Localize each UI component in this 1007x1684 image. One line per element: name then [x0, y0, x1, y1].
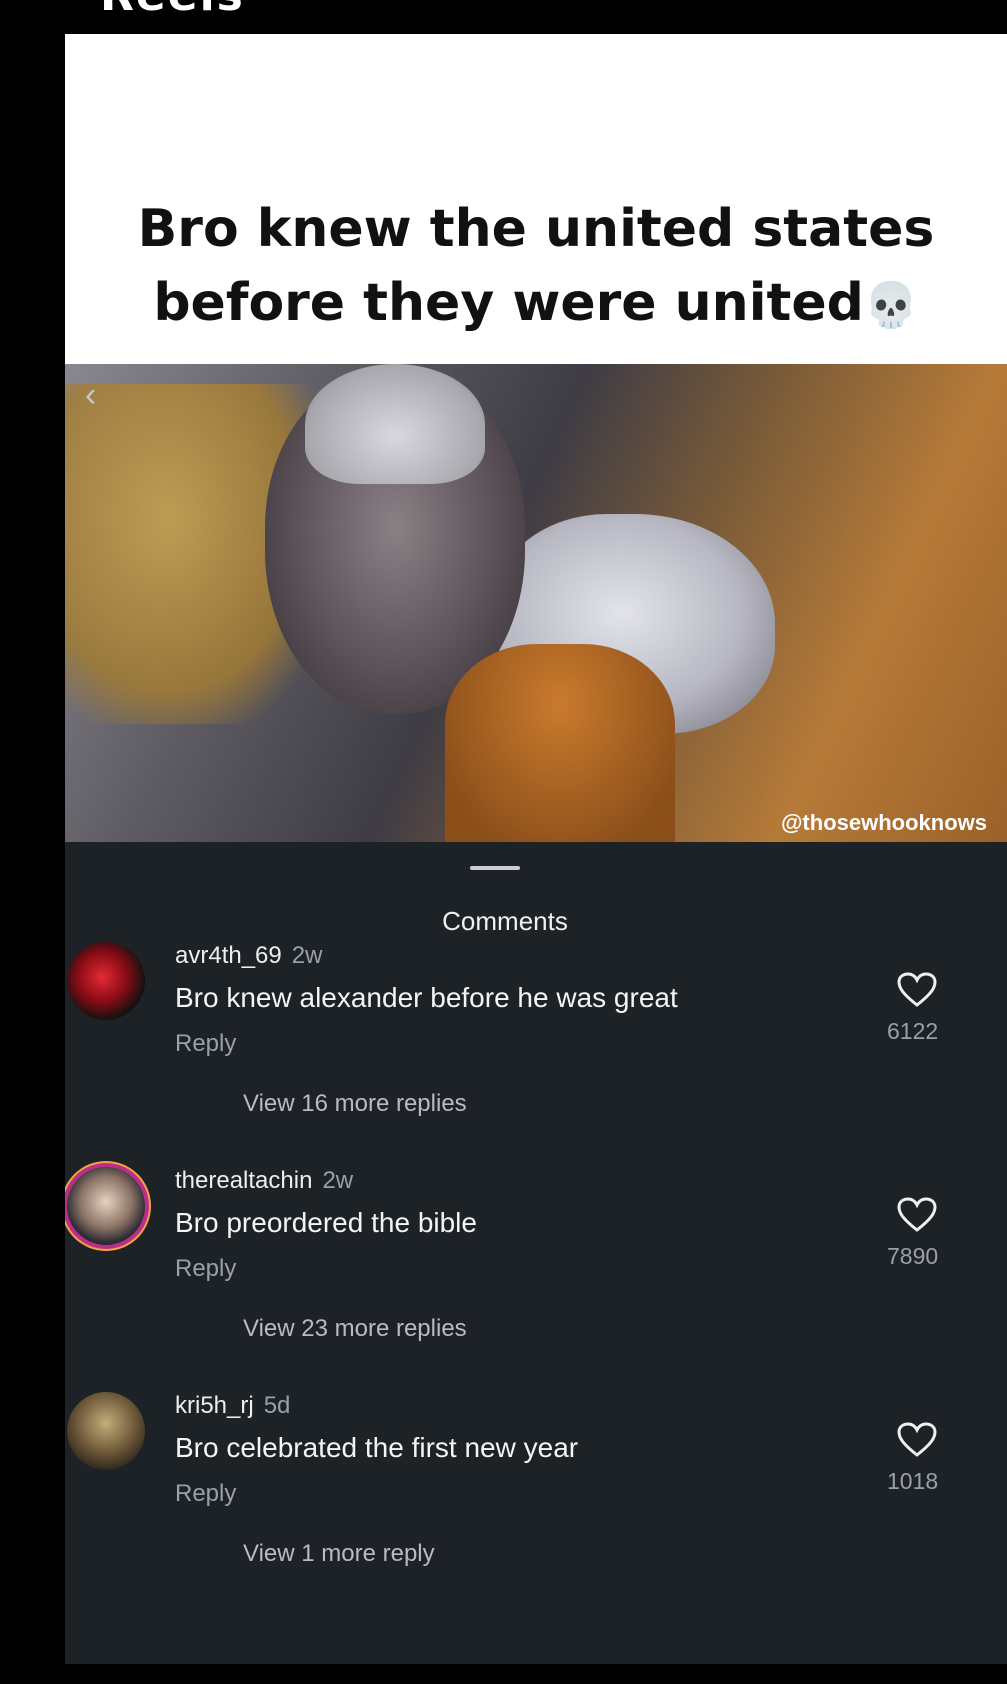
- view-more-replies-link[interactable]: View 1 more reply: [243, 1540, 435, 1568]
- view-more-replies-link[interactable]: View 16 more replies: [243, 1090, 467, 1118]
- like-count: 1018: [887, 1468, 939, 1494]
- page-title: Reels: [100, 0, 245, 21]
- avatar[interactable]: [67, 1167, 145, 1245]
- drag-handle[interactable]: [470, 866, 520, 870]
- comment-username[interactable]: avr4th_69 2w: [175, 942, 322, 970]
- video-robe: [445, 644, 675, 842]
- avatar[interactable]: [67, 942, 145, 1020]
- heart-icon[interactable]: [897, 1422, 937, 1458]
- heart-icon[interactable]: [897, 1197, 937, 1233]
- comment-time: 5d: [263, 1392, 291, 1419]
- comment-item: avr4th_69 2w Bro knew alexander before he…: [65, 942, 1007, 1182]
- skull-emoji: 💀: [863, 280, 919, 331]
- comments-title: Comments: [442, 906, 568, 936]
- comment-text: Bro preordered the bible: [175, 1207, 477, 1238]
- reel-post: Bro knew the united states before they w…: [65, 34, 1007, 1664]
- like-count: 6122: [887, 1018, 939, 1044]
- comment-username[interactable]: therealtachin 2w: [175, 1167, 353, 1195]
- post-caption: Bro knew the united states before they w…: [65, 192, 1007, 343]
- reply-button[interactable]: Reply: [175, 1480, 236, 1508]
- comment-time: 2w: [291, 942, 323, 969]
- comment-username[interactable]: kri5h_rj 5d: [175, 1392, 290, 1420]
- caption-area: Bro knew the united states before they w…: [65, 34, 1007, 364]
- reply-button[interactable]: Reply: [175, 1255, 236, 1283]
- video-frame[interactable]: ‹ @thosewhooknows: [65, 364, 1007, 842]
- comment-text: Bro celebrated the first new year: [175, 1432, 579, 1463]
- comment-time: 2w: [322, 1167, 354, 1194]
- like-count: 7890: [887, 1243, 939, 1269]
- caption-text: Bro knew the united states before they w…: [137, 199, 935, 333]
- heart-icon[interactable]: [897, 972, 937, 1008]
- avatar[interactable]: [67, 1392, 145, 1470]
- comments-sheet: Comments avr4th_69 2w Bro knew alexander …: [65, 842, 1007, 1664]
- view-more-replies-link[interactable]: View 23 more replies: [243, 1315, 467, 1343]
- comment-text: Bro knew alexander before he was great: [175, 982, 678, 1013]
- video-person-hair: [305, 364, 485, 484]
- chevron-left-icon[interactable]: ‹: [85, 376, 96, 415]
- video-watermark: @thosewhooknows: [780, 810, 987, 835]
- reply-button[interactable]: Reply: [175, 1030, 236, 1058]
- comment-item: kri5h_rj 5d Bro celebrated the first new …: [65, 1392, 1007, 1632]
- comment-item: therealtachin 2w Bro preordered the bible…: [65, 1167, 1007, 1407]
